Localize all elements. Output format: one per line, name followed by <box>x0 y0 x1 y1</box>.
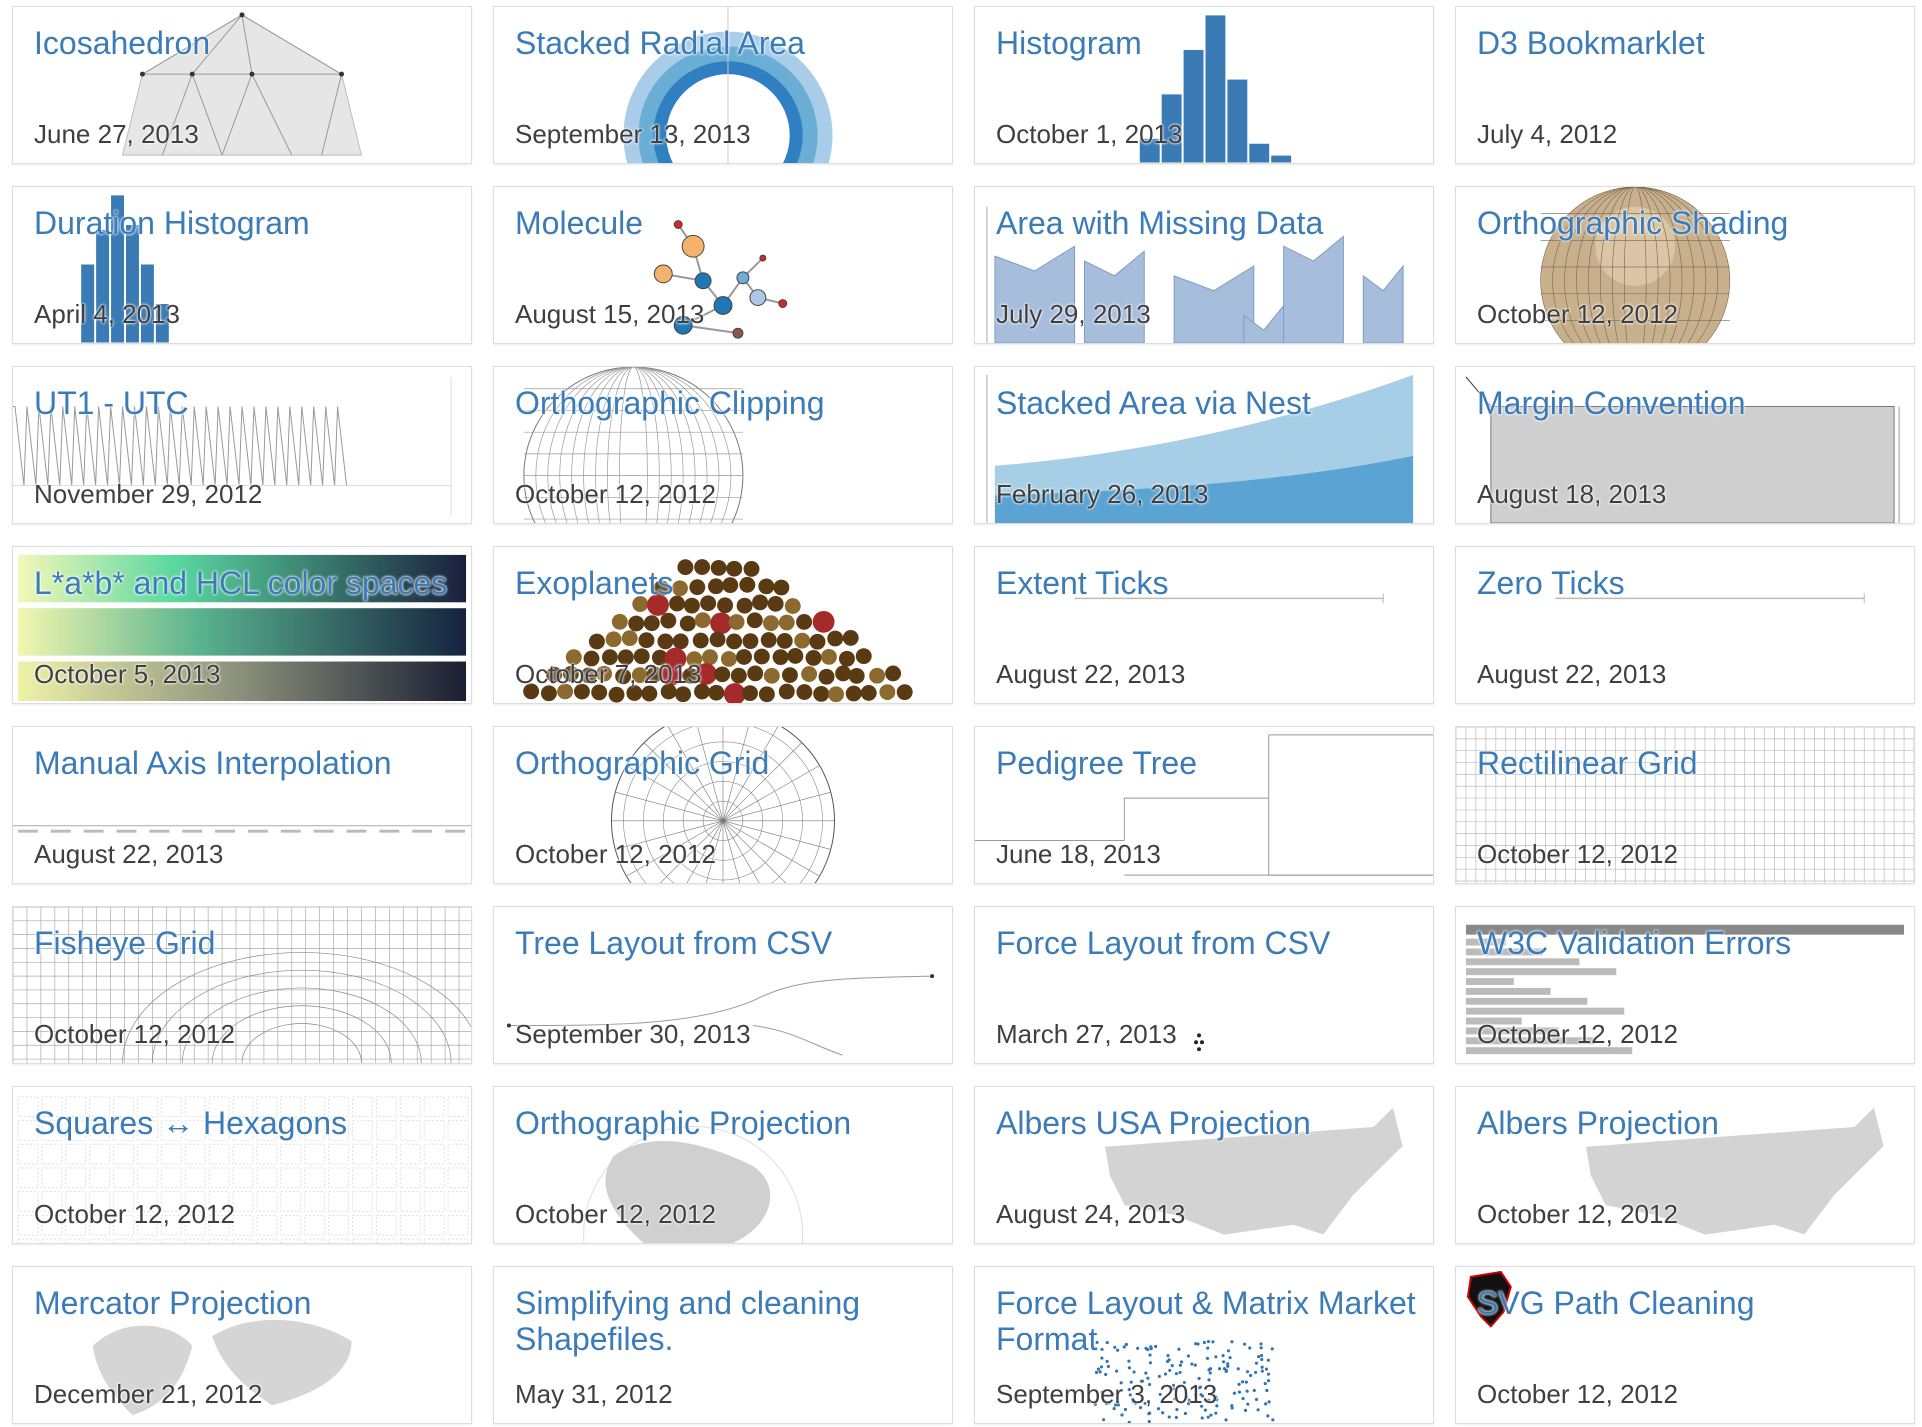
card-date: August 18, 2013 <box>1477 479 1667 509</box>
card-date: September 13, 2013 <box>515 119 751 149</box>
card-title[interactable]: Orthographic Clipping <box>515 385 936 421</box>
card-title[interactable]: Zero Ticks <box>1477 565 1898 601</box>
gallery-card[interactable]: Area with Missing Data July 29, 2013 <box>974 186 1434 344</box>
gallery-card[interactable]: Duration Histogram April 4, 2013 <box>12 186 472 344</box>
card-title[interactable]: L*a*b* and HCL color spaces <box>34 565 455 601</box>
gallery-card[interactable]: Albers USA Projection August 24, 2013 <box>974 1086 1434 1244</box>
card-date: February 26, 2013 <box>996 479 1209 509</box>
card-date: December 21, 2012 <box>34 1379 263 1409</box>
card-date: July 4, 2012 <box>1477 119 1618 149</box>
card-date: October 12, 2012 <box>1477 1379 1678 1409</box>
card-title[interactable]: Pedigree Tree <box>996 745 1417 781</box>
card-date: October 1, 2013 <box>996 119 1183 149</box>
card-title[interactable]: Extent Ticks <box>996 565 1417 601</box>
card-title[interactable]: Stacked Radial Area <box>515 25 936 61</box>
card-title[interactable]: Squares ↔ Hexagons <box>34 1105 455 1141</box>
gallery-card[interactable]: Squares ↔ Hexagons October 12, 2012 <box>12 1086 472 1244</box>
gallery-card[interactable]: Manual Axis Interpolation August 22, 201… <box>12 726 472 884</box>
gallery-card[interactable]: Stacked Area via Nest February 26, 2013 <box>974 366 1434 524</box>
card-title[interactable]: Tree Layout from CSV <box>515 925 936 961</box>
card-title[interactable]: Duration Histogram <box>34 205 455 241</box>
card-date: August 22, 2013 <box>34 839 224 869</box>
gallery-card[interactable]: W3C Validation Errors October 12, 2012 <box>1455 906 1915 1064</box>
card-date: September 30, 2013 <box>515 1019 751 1049</box>
gallery-card[interactable]: Zero Ticks August 22, 2013 <box>1455 546 1915 704</box>
card-date: October 12, 2012 <box>515 479 716 509</box>
card-title[interactable]: Mercator Projection <box>34 1285 455 1321</box>
card-date: March 27, 2013 <box>996 1019 1177 1049</box>
gallery-card[interactable]: Force Layout & Matrix Market Format Sept… <box>974 1266 1434 1424</box>
card-date: October 12, 2012 <box>1477 1199 1678 1229</box>
card-title[interactable]: Manual Axis Interpolation <box>34 745 455 781</box>
card-date: October 12, 2012 <box>34 1199 235 1229</box>
card-title[interactable]: Rectilinear Grid <box>1477 745 1898 781</box>
gallery-card[interactable]: Orthographic Projection October 12, 2012 <box>493 1086 953 1244</box>
card-date: July 29, 2013 <box>996 299 1151 329</box>
gallery-card[interactable]: SVG Path Cleaning October 12, 2012 <box>1455 1266 1915 1424</box>
gallery-card[interactable]: Fisheye Grid October 12, 2012 <box>12 906 472 1064</box>
gallery-card[interactable]: Orthographic Clipping October 12, 2012 <box>493 366 953 524</box>
gallery-card[interactable]: Force Layout from CSV March 27, 2013 <box>974 906 1434 1064</box>
gallery-card[interactable]: Pedigree Tree June 18, 2013 <box>974 726 1434 884</box>
card-date: June 27, 2013 <box>34 119 199 149</box>
card-title[interactable]: Fisheye Grid <box>34 925 455 961</box>
card-date: September 3, 2013 <box>996 1379 1218 1409</box>
card-title[interactable]: Force Layout & Matrix Market Format <box>996 1285 1417 1357</box>
card-title[interactable]: Simplifying and cleaning Shapefiles. <box>515 1285 936 1357</box>
card-date: August 15, 2013 <box>515 299 705 329</box>
card-title[interactable]: Orthographic Projection <box>515 1105 936 1141</box>
gallery-card[interactable]: UT1 - UTC November 29, 2012 <box>12 366 472 524</box>
gallery-card[interactable]: D3 Bookmarklet July 4, 2012 <box>1455 6 1915 164</box>
gallery-card[interactable]: Rectilinear Grid October 12, 2012 <box>1455 726 1915 884</box>
gallery-card[interactable]: Simplifying and cleaning Shapefiles. May… <box>493 1266 953 1424</box>
card-title[interactable]: Orthographic Shading <box>1477 205 1898 241</box>
card-date: October 12, 2012 <box>34 1019 235 1049</box>
card-date: August 24, 2013 <box>996 1199 1186 1229</box>
gallery-card[interactable]: Mercator Projection December 21, 2012 <box>12 1266 472 1424</box>
card-title[interactable]: Force Layout from CSV <box>996 925 1417 961</box>
gallery-grid: Icosahedron June 27, 2013 Stacked Radial… <box>12 6 1920 1424</box>
card-date: April 4, 2013 <box>34 299 180 329</box>
gallery-card[interactable]: Extent Ticks August 22, 2013 <box>974 546 1434 704</box>
card-date: November 29, 2012 <box>34 479 263 509</box>
card-title[interactable]: Molecule <box>515 205 936 241</box>
card-title[interactable]: Exoplanets <box>515 565 936 601</box>
card-date: October 12, 2012 <box>1477 839 1678 869</box>
card-title[interactable]: Stacked Area via Nest <box>996 385 1417 421</box>
card-date: August 22, 2013 <box>1477 659 1667 689</box>
gallery-card[interactable]: Exoplanets October 7, 2013 <box>493 546 953 704</box>
card-date: May 31, 2012 <box>515 1379 673 1409</box>
card-date: June 18, 2013 <box>996 839 1161 869</box>
gallery-card[interactable]: Molecule August 15, 2013 <box>493 186 953 344</box>
card-title[interactable]: W3C Validation Errors <box>1477 925 1898 961</box>
card-date: October 12, 2012 <box>515 1199 716 1229</box>
card-title[interactable]: Icosahedron <box>34 25 455 61</box>
card-title[interactable]: Orthographic Grid <box>515 745 936 781</box>
card-date: October 12, 2012 <box>515 839 716 869</box>
gallery-card[interactable]: Tree Layout from CSV September 30, 2013 <box>493 906 953 1064</box>
gallery-card[interactable]: Orthographic Grid October 12, 2012 <box>493 726 953 884</box>
card-title[interactable]: Area with Missing Data <box>996 205 1417 241</box>
card-date: October 5, 2013 <box>34 659 221 689</box>
card-title[interactable]: Histogram <box>996 25 1417 61</box>
card-title[interactable]: Margin Convention <box>1477 385 1898 421</box>
card-date: October 12, 2012 <box>1477 299 1678 329</box>
gallery-card[interactable]: L*a*b* and HCL color spaces October 5, 2… <box>12 546 472 704</box>
card-date: October 12, 2012 <box>1477 1019 1678 1049</box>
gallery-card[interactable]: Albers Projection October 12, 2012 <box>1455 1086 1915 1244</box>
card-title[interactable]: D3 Bookmarklet <box>1477 25 1898 61</box>
gallery-card[interactable]: Histogram October 1, 2013 <box>974 6 1434 164</box>
gallery-card[interactable]: Orthographic Shading October 12, 2012 <box>1455 186 1915 344</box>
gallery-card[interactable]: Icosahedron June 27, 2013 <box>12 6 472 164</box>
card-title[interactable]: Albers Projection <box>1477 1105 1898 1141</box>
card-date: October 7, 2013 <box>515 659 702 689</box>
card-title[interactable]: Albers USA Projection <box>996 1105 1417 1141</box>
card-title[interactable]: SVG Path Cleaning <box>1477 1285 1898 1321</box>
card-date: August 22, 2013 <box>996 659 1186 689</box>
card-title[interactable]: UT1 - UTC <box>34 385 455 421</box>
gallery-card[interactable]: Stacked Radial Area September 13, 2013 <box>493 6 953 164</box>
gallery-card[interactable]: Margin Convention August 18, 2013 <box>1455 366 1915 524</box>
